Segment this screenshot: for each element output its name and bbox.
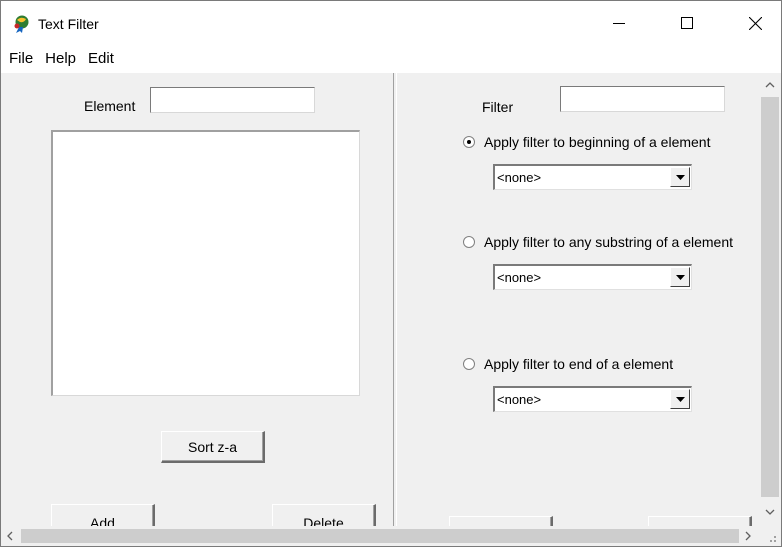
add-button[interactable]: Add (51, 504, 155, 526)
menu-bar: File Help Edit (1, 45, 781, 73)
filter-label: Filter (482, 99, 514, 115)
filter-input[interactable] (560, 86, 725, 112)
radio-selected-dot (467, 140, 471, 144)
right-panel-button-right[interactable] (648, 516, 752, 526)
dropdown-end[interactable]: <none> (493, 386, 692, 412)
dropdown-substring-button[interactable] (670, 267, 690, 287)
dropdown-beginning[interactable]: <none> (493, 164, 692, 190)
size-grip[interactable] (759, 526, 781, 546)
chevron-down-icon (675, 396, 685, 402)
scroll-left-icon[interactable] (5, 530, 15, 542)
text-filter-window: Text Filter File Help Edit Element Sort … (0, 0, 782, 547)
close-button[interactable] (732, 1, 778, 45)
dropdown-substring[interactable]: <none> (493, 264, 692, 290)
sort-button[interactable]: Sort z-a (161, 431, 265, 463)
radio-button-beginning[interactable] (463, 136, 475, 148)
scroll-right-icon[interactable] (743, 530, 753, 542)
menu-edit[interactable]: Edit (82, 47, 120, 71)
horizontal-scrollbar[interactable] (1, 526, 759, 546)
radio-label-substring: Apply filter to any substring of a eleme… (484, 234, 734, 250)
panel-splitter[interactable] (393, 73, 397, 526)
chevron-down-icon (675, 174, 685, 180)
element-listbox[interactable] (51, 130, 360, 396)
radio-end[interactable]: Apply filter to end of a element (463, 356, 673, 372)
radio-label-end: Apply filter to end of a element (484, 356, 674, 372)
window-title: Text Filter (38, 16, 99, 32)
minimize-icon (613, 23, 625, 24)
menu-file[interactable]: File (3, 47, 39, 71)
title-bar[interactable]: Text Filter (1, 1, 781, 45)
right-panel-button-left[interactable] (449, 516, 553, 526)
app-icon (14, 15, 29, 33)
vertical-scroll-thumb[interactable] (761, 97, 779, 497)
maximize-button[interactable] (664, 1, 710, 45)
resize-grip-icon (770, 536, 776, 542)
scroll-down-icon[interactable] (763, 506, 777, 518)
dropdown-end-button[interactable] (670, 389, 690, 409)
dropdown-end-value: <none> (497, 392, 542, 407)
content-area: Element Sort z-a Add Delete Filter Apply… (1, 73, 781, 526)
menu-help[interactable]: Help (39, 47, 82, 71)
element-input[interactable] (150, 87, 315, 113)
dropdown-beginning-button[interactable] (670, 167, 690, 187)
vertical-scrollbar[interactable] (759, 73, 781, 526)
radio-label-beginning: Apply filter to beginning of a element (484, 134, 711, 150)
minimize-button[interactable] (596, 1, 642, 45)
close-icon (748, 16, 762, 30)
maximize-icon (681, 17, 693, 29)
element-label: Element (84, 98, 136, 114)
radio-button-end[interactable] (463, 358, 475, 370)
delete-button[interactable]: Delete (272, 504, 376, 526)
horizontal-scroll-thumb[interactable] (21, 529, 739, 543)
radio-beginning[interactable]: Apply filter to beginning of a element (463, 134, 710, 150)
radio-substring[interactable]: Apply filter to any substring of a eleme… (463, 234, 733, 250)
scroll-up-icon[interactable] (763, 79, 777, 91)
dropdown-substring-value: <none> (497, 270, 542, 285)
chevron-down-icon (675, 274, 685, 280)
radio-button-substring[interactable] (463, 236, 475, 248)
dropdown-beginning-value: <none> (497, 170, 542, 185)
